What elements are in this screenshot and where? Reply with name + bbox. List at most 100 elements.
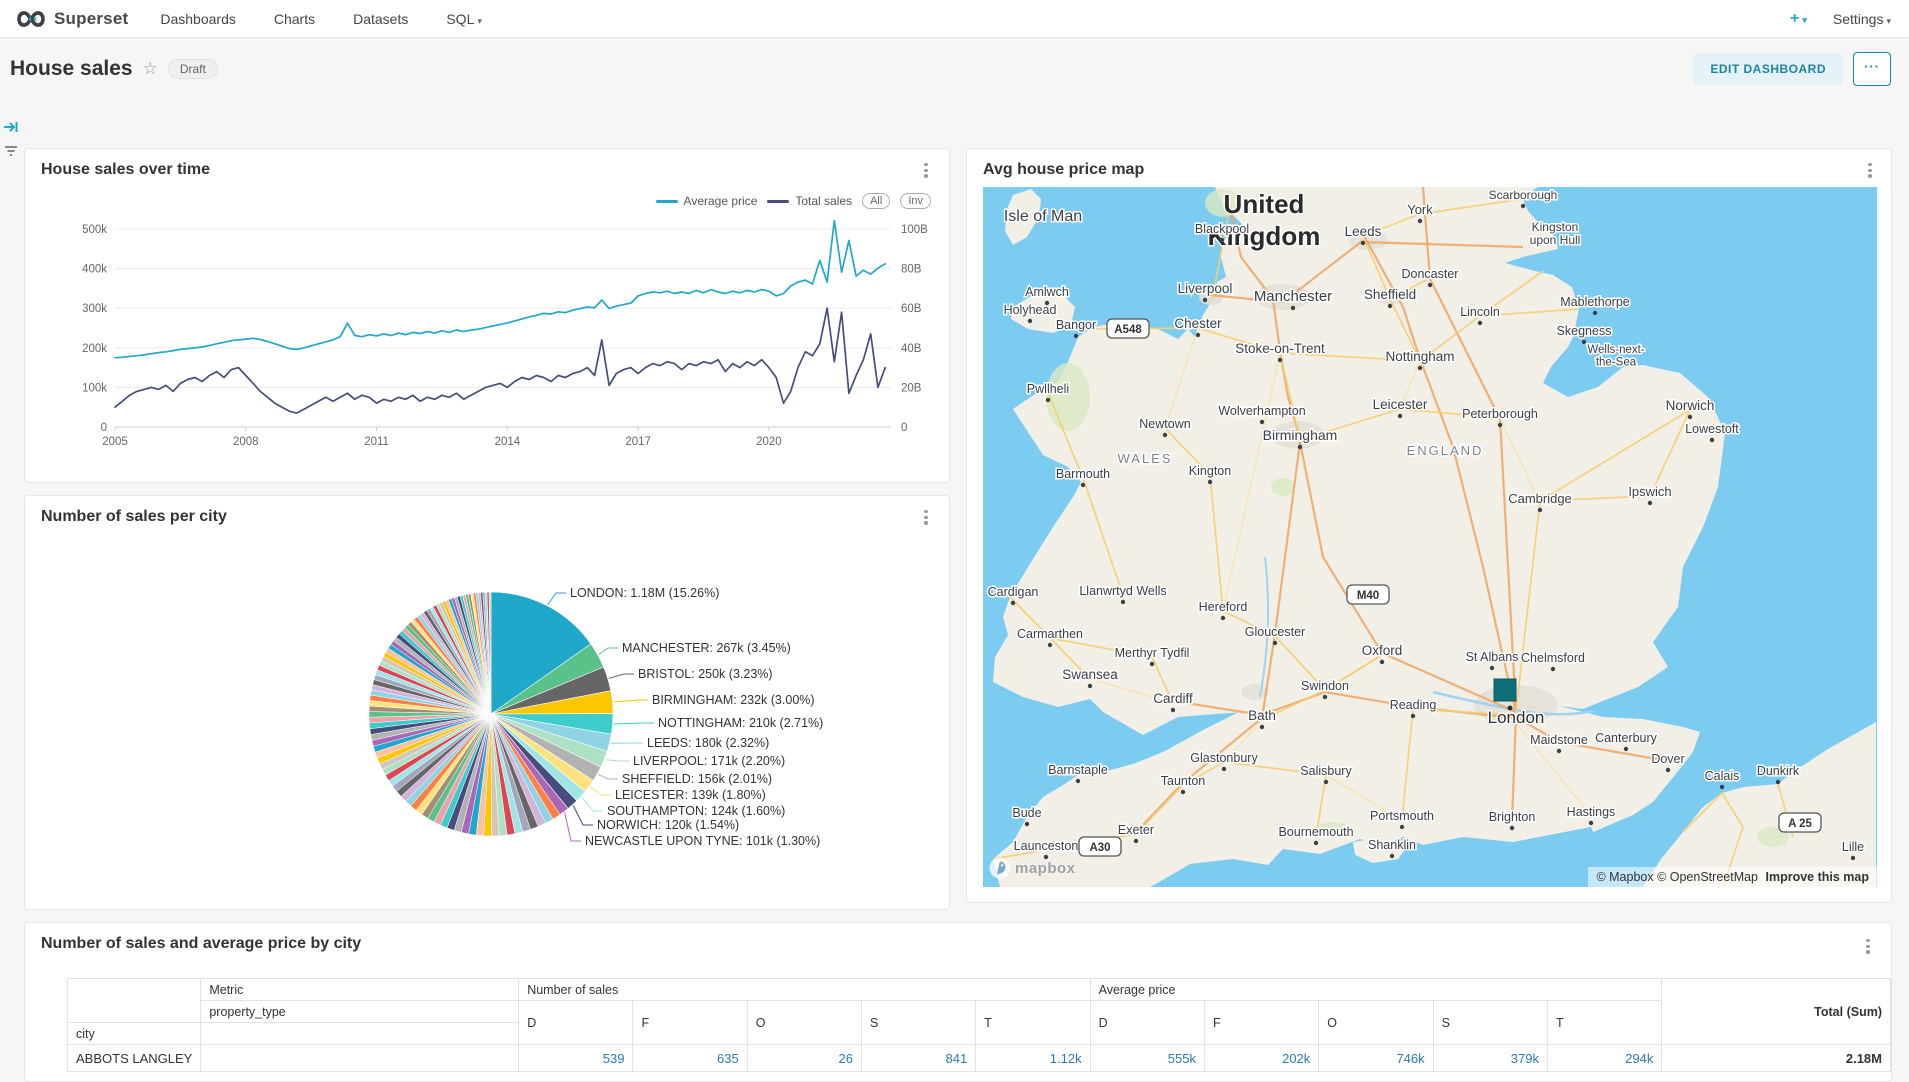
svg-text:Swansea: Swansea (1062, 667, 1118, 682)
svg-text:Reading: Reading (1390, 698, 1437, 712)
table-header-row: property_typeDFOSTDFOST (68, 1001, 1891, 1023)
svg-text:Bournemouth: Bournemouth (1278, 825, 1353, 839)
table-value-cell: 635 (633, 1045, 747, 1072)
col-header-2[interactable]: O (747, 1001, 861, 1045)
chevron-down-icon: ▾ (1802, 15, 1807, 25)
nav-item-datasets[interactable]: Datasets (353, 11, 408, 27)
svg-text:Hastings: Hastings (1567, 805, 1616, 819)
settings-menu[interactable]: Settings▾ (1833, 11, 1891, 27)
favorite-star-icon[interactable]: ☆ (143, 59, 158, 79)
pivot-table-wrap: MetricNumber of salesAverage priceTotal … (67, 978, 1891, 1072)
col-header-0[interactable]: D (519, 1001, 633, 1045)
row-total-cell: 2.18M (1662, 1045, 1891, 1072)
svg-text:Barmouth: Barmouth (1056, 467, 1110, 481)
svg-text:Bath: Bath (1248, 708, 1276, 723)
svg-text:Kington: Kington (1189, 464, 1231, 478)
mapbox-logo-icon (989, 857, 1011, 879)
svg-text:BRISTOL: 250k (3.23%): BRISTOL: 250k (3.23%) (638, 667, 773, 681)
filter-icon[interactable] (3, 143, 19, 164)
svg-text:Wells-next-: Wells-next- (1587, 344, 1644, 356)
group-header-1[interactable]: Average price (1090, 979, 1662, 1001)
svg-text:Lincoln: Lincoln (1460, 305, 1500, 319)
table-value-cell: 202k (1204, 1045, 1318, 1072)
svg-text:St Albans: St Albans (1466, 650, 1519, 664)
nav-item-sql[interactable]: SQL▾ (446, 11, 482, 27)
svg-text:100k: 100k (82, 382, 107, 394)
panel-sales-and-price-table: Number of sales and average price by cit… (24, 922, 1892, 1082)
new-item-button[interactable]: +▾ (1790, 10, 1807, 28)
time-series-chart[interactable]: 00100k20B200k40B300k60B400k80B500k100B20… (25, 149, 951, 484)
col-header-8[interactable]: S (1433, 1001, 1547, 1045)
svg-text:Gloucester: Gloucester (1245, 625, 1305, 639)
svg-text:400k: 400k (82, 264, 107, 276)
svg-text:LEEDS: 180k (2.32%): LEEDS: 180k (2.32%) (647, 736, 769, 750)
table-value-cell: 379k (1433, 1045, 1547, 1072)
svg-text:Doncaster: Doncaster (1402, 267, 1459, 281)
svg-text:2005: 2005 (102, 436, 128, 448)
mapbox-logo[interactable]: mapbox (989, 857, 1076, 879)
svg-text:Norwich: Norwich (1666, 398, 1715, 413)
svg-text:0: 0 (901, 422, 907, 434)
svg-text:Kingston: Kingston (1532, 220, 1579, 234)
svg-text:York: York (1407, 202, 1433, 217)
table-value-cell: 555k (1090, 1045, 1204, 1072)
panel-menu-kebab-icon[interactable] (1863, 163, 1877, 183)
panel-menu-kebab-icon[interactable] (1861, 939, 1875, 959)
mapbox-wordmark: mapbox (1015, 860, 1076, 877)
page-title: House sales (10, 57, 133, 81)
col-header-3[interactable]: S (861, 1001, 975, 1045)
chevron-down-icon: ▾ (477, 16, 482, 26)
svg-text:Nottingham: Nottingham (1385, 349, 1454, 364)
svg-text:Skegness: Skegness (1557, 324, 1612, 338)
svg-text:300k: 300k (82, 303, 107, 315)
svg-text:2014: 2014 (495, 436, 521, 448)
svg-text:Leeds: Leeds (1345, 224, 1382, 239)
svg-text:20B: 20B (901, 382, 922, 394)
svg-text:Lowestoft: Lowestoft (1685, 422, 1739, 436)
svg-text:Amlwch: Amlwch (1025, 285, 1069, 299)
svg-text:Taunton: Taunton (1161, 774, 1206, 788)
svg-text:Launceston: Launceston (1014, 839, 1079, 853)
pie-chart[interactable]: LONDON: 1.18M (15.26%)MANCHESTER: 267k (… (25, 496, 951, 911)
blank-cell (201, 1023, 519, 1045)
attribution-text: © Mapbox © OpenStreetMap (1596, 870, 1758, 884)
svg-text:Chelmsford: Chelmsford (1521, 651, 1585, 665)
table-value-cell: 746k (1319, 1045, 1433, 1072)
map-canvas[interactable]: UnitedKingdomIsle of ManScarboroughYorkL… (983, 187, 1877, 887)
group-header-0[interactable]: Number of sales (519, 979, 1090, 1001)
expand-filter-bar-icon[interactable] (3, 119, 19, 140)
svg-text:Peterborough: Peterborough (1462, 407, 1538, 421)
property-type-header: property_type (201, 1001, 519, 1023)
svg-text:SOUTHAMPTON: 124k (1.60%): SOUTHAMPTON: 124k (1.60%) (607, 804, 785, 818)
svg-text:Bangor: Bangor (1056, 318, 1096, 332)
superset-brand[interactable]: Superset (0, 9, 142, 29)
col-header-1[interactable]: F (633, 1001, 747, 1045)
svg-text:NOTTINGHAM: 210k (2.71%): NOTTINGHAM: 210k (2.71%) (658, 716, 823, 730)
svg-text:ENGLAND: ENGLAND (1407, 443, 1484, 458)
total-header[interactable]: Total (Sum) (1662, 979, 1891, 1045)
improve-map-link[interactable]: Improve this map (1766, 870, 1870, 884)
svg-text:2008: 2008 (233, 436, 259, 448)
more-options-button[interactable]: ··· (1853, 52, 1891, 86)
nav-item-charts[interactable]: Charts (274, 11, 315, 27)
svg-text:Ipswich: Ipswich (1628, 484, 1671, 499)
edit-dashboard-button[interactable]: EDIT DASHBOARD (1693, 53, 1843, 85)
col-header-6[interactable]: F (1204, 1001, 1318, 1045)
city-header[interactable]: city (68, 1023, 201, 1045)
panel-title: Number of sales and average price by cit… (41, 935, 361, 953)
col-header-5[interactable]: D (1090, 1001, 1204, 1045)
table-value-cell: 294k (1547, 1045, 1661, 1072)
svg-text:Liverpool: Liverpool (1178, 281, 1233, 296)
svg-text:Oxford: Oxford (1362, 643, 1403, 658)
svg-text:Barnstaple: Barnstaple (1048, 763, 1108, 777)
col-header-7[interactable]: O (1319, 1001, 1433, 1045)
svg-text:M40: M40 (1357, 590, 1379, 602)
metric-header: Metric (201, 979, 519, 1001)
table-row[interactable]: ABBOTS LANGLEY539635268411.12k555k202k74… (68, 1045, 1891, 1072)
pivot-table[interactable]: MetricNumber of salesAverage priceTotal … (67, 978, 1891, 1072)
col-header-4[interactable]: T (976, 1001, 1090, 1045)
svg-text:Chester: Chester (1174, 316, 1222, 331)
col-header-9[interactable]: T (1547, 1001, 1661, 1045)
nav-item-dashboards[interactable]: Dashboards (160, 11, 236, 27)
svg-text:A548: A548 (1114, 324, 1142, 336)
